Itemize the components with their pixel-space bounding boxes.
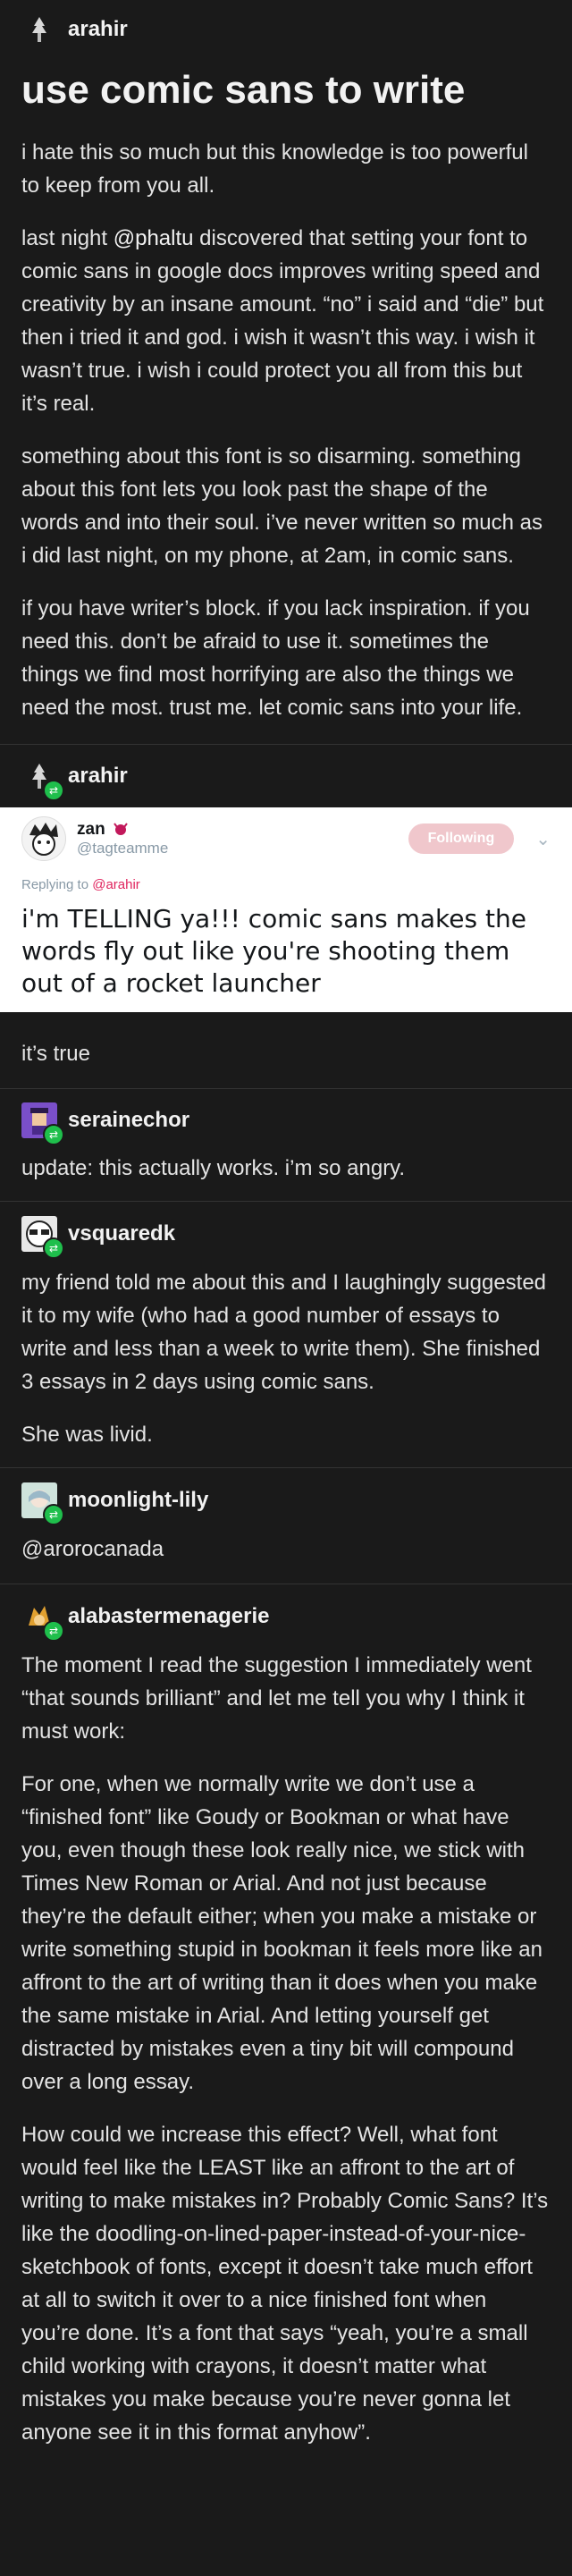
reblog-icon: ⇄ xyxy=(43,1504,64,1525)
paragraph: last night @phaltu discovered that setti… xyxy=(21,222,551,420)
paragraph: How could we increase this effect? Well,… xyxy=(21,2123,549,2445)
post-header: ⇄ moonlight-lily xyxy=(21,1468,551,1533)
paragraph: my friend told me about this and I laugh… xyxy=(21,1271,547,1394)
post-title: use comic sans to write xyxy=(21,68,466,112)
tweet-name-row: zan xyxy=(77,820,168,840)
following-button[interactable]: Following xyxy=(408,823,515,854)
reply-label: Replying to xyxy=(21,877,93,892)
chevron-down-icon[interactable]: ⌄ xyxy=(535,828,551,850)
tweet-name[interactable]: zan xyxy=(77,820,105,839)
cartoon-face-icon xyxy=(29,823,58,856)
reblog-comment: it’s true xyxy=(21,1042,90,1066)
post-original: arahir use comic sans to write i hate th… xyxy=(0,0,572,745)
user-mention-link[interactable]: @arorocanada xyxy=(21,1533,551,1566)
tweet-header: zan @tagteamme Following ⌄ xyxy=(21,816,551,861)
paragraph: something about this font is so disarmin… xyxy=(21,444,543,568)
user-mention-link[interactable]: @phaltu xyxy=(114,226,194,250)
username[interactable]: vsquaredk xyxy=(68,1221,175,1246)
reblog-post: ⇄ vsquaredk my friend told me about this… xyxy=(0,1202,572,1468)
tweet-text: i'm TELLING ya!!! comic sans makes the w… xyxy=(21,904,526,998)
tweet-avatar[interactable] xyxy=(21,816,66,861)
paragraph: The moment I read the suggestion I immed… xyxy=(21,1653,532,1744)
avatar-vsquaredk[interactable]: ⇄ xyxy=(21,1216,64,1259)
paragraph: i hate this so much but this knowledge i… xyxy=(21,140,528,198)
post-header: ⇄ serainechor xyxy=(21,1089,551,1152)
tree-avatar-icon xyxy=(32,17,46,42)
post-header: ⇄ arahir xyxy=(0,745,572,807)
reblog-post: ⇄ arahir zan @tagteamme Following ⌄ Repl… xyxy=(0,745,572,1089)
reblog-post: ⇄ moonlight-lily @arorocanada xyxy=(0,1468,572,1584)
post-header: ⇄ vsquaredk xyxy=(21,1202,551,1266)
paragraph: if you have writer’s block. if you lack … xyxy=(21,596,530,720)
reblog-post: ⇄ serainechor update: this actually work… xyxy=(0,1089,572,1202)
avatar-alabastermenagerie[interactable]: ⇄ xyxy=(21,1599,64,1642)
paragraph-rest: discovered that setting your font to com… xyxy=(21,226,544,416)
reblog-icon: ⇄ xyxy=(43,1124,64,1145)
avatar-arahir[interactable]: ⇄ xyxy=(21,758,64,801)
avatar-serainechor[interactable]: ⇄ xyxy=(21,1102,64,1145)
post-header: arahir xyxy=(21,0,551,59)
tweet-handle[interactable]: @tagteamme xyxy=(77,840,168,857)
paragraph: She was livid. xyxy=(21,1423,153,1447)
post-header: ⇄ alabastermenagerie xyxy=(21,1584,551,1649)
devil-emoji-icon xyxy=(114,823,128,835)
username[interactable]: arahir xyxy=(68,764,128,789)
reblog-post: ⇄ alabastermenagerie The moment I read t… xyxy=(0,1584,572,2449)
reblog-icon: ⇄ xyxy=(43,780,64,801)
username[interactable]: alabastermenagerie xyxy=(68,1604,269,1629)
username[interactable]: serainechor xyxy=(68,1108,189,1133)
reblog-icon: ⇄ xyxy=(43,1237,64,1259)
reblog-comment: update: this actually works. i’m so angr… xyxy=(21,1156,406,1180)
reply-handle-link[interactable]: @arahir xyxy=(92,877,140,892)
avatar-arahir[interactable] xyxy=(21,12,57,47)
tweet-user-block: zan @tagteamme xyxy=(77,820,168,857)
paragraph-lead: last night xyxy=(21,226,114,250)
paragraph: For one, when we normally write we don’t… xyxy=(21,1772,543,2094)
reply-to-line: Replying to @arahir xyxy=(21,877,551,892)
username[interactable]: moonlight-lily xyxy=(68,1488,208,1513)
avatar-moonlight-lily[interactable]: ⇄ xyxy=(21,1482,64,1525)
username[interactable]: arahir xyxy=(68,17,128,42)
reblog-icon: ⇄ xyxy=(43,1620,64,1642)
embedded-tweet[interactable]: zan @tagteamme Following ⌄ Replying to @… xyxy=(0,807,572,1012)
